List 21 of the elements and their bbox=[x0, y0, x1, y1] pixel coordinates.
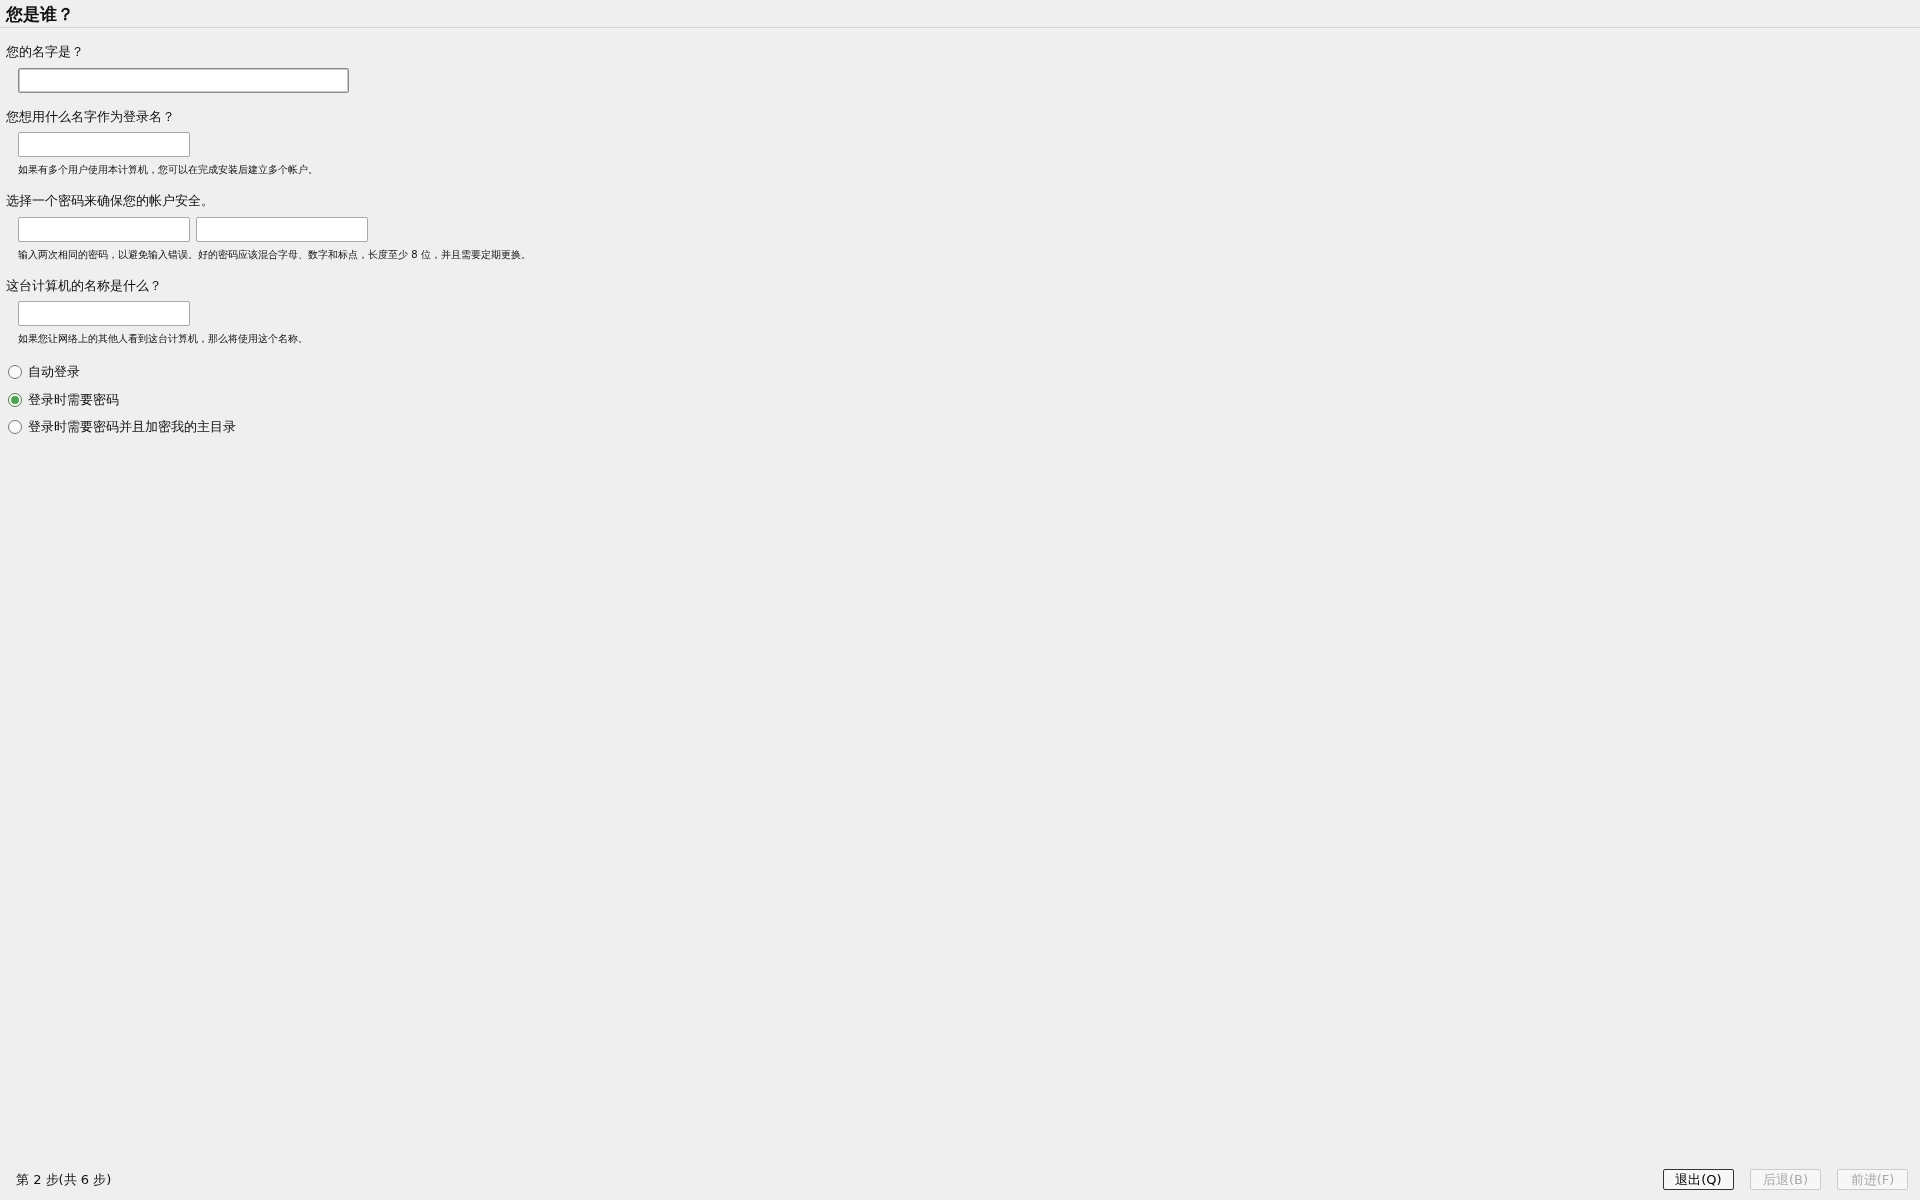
field-label: 这台计算机的名称是什么？ bbox=[6, 276, 163, 295]
radio-button[interactable] bbox=[8, 420, 22, 435]
radio-label[interactable]: 登录时需要密码 bbox=[28, 389, 119, 410]
field-hint: 如果有多个用户使用本计算机，您可以在完成安装后建立多个帐户。 bbox=[18, 163, 319, 178]
field-hint: 输入两次相同的密码，以避免输入错误。好的密码应该混合字母、数字和标点，长度至少 8 位，并且需要定期更换。 bbox=[18, 247, 532, 262]
radio-label[interactable]: 登录时需要密码并且加密我的主目录 bbox=[28, 417, 236, 437]
radio-button[interactable] bbox=[8, 392, 22, 407]
input-field[interactable] bbox=[18, 216, 190, 242]
field-label: 您的名字是？ bbox=[6, 43, 85, 62]
field-hint: 如果您让网络上的其他人看到这台计算机，那么将使用这个名称。 bbox=[18, 332, 309, 347]
input-field[interactable] bbox=[18, 132, 190, 158]
field-label: 您想用什么名字作为登录名？ bbox=[6, 107, 176, 126]
radio-button[interactable] bbox=[8, 365, 22, 380]
input-field[interactable] bbox=[18, 301, 190, 327]
page-title: 您是谁？ bbox=[0, 0, 1920, 29]
step-indicator: 第 2 步(共 6 步) bbox=[16, 1170, 112, 1189]
field-label: 选择一个密码来确保您的帐户安全。 bbox=[6, 192, 215, 211]
radio-label[interactable]: 自动登录 bbox=[28, 362, 80, 382]
input-field[interactable] bbox=[196, 216, 368, 242]
nav-button[interactable]: 退出(Q) bbox=[1663, 1169, 1734, 1190]
input-field[interactable] bbox=[18, 67, 349, 93]
